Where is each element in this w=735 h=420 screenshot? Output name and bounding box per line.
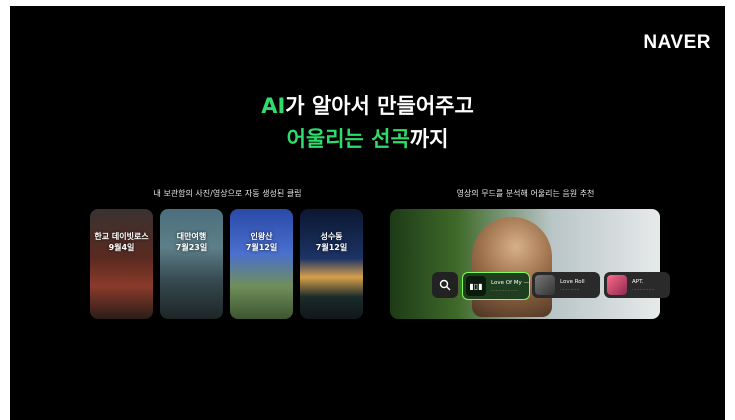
headline-line-2: 어울리는 선곡까지: [10, 123, 725, 153]
clip-title: 한교 데이빗로스: [94, 232, 149, 241]
song-info: Love Roll …… ……: [560, 278, 585, 293]
headline-line2-text: 까지: [409, 127, 449, 151]
song-item[interactable]: APT. ……………: [604, 272, 670, 298]
album-art: [607, 275, 627, 295]
search-icon[interactable]: [432, 272, 458, 298]
song-info: Love Of My — ………………: [491, 279, 529, 294]
music-recommendation-bar: ▮▯▮ Love Of My — ……………… Love Roll …… …… …: [432, 271, 680, 300]
song-info: APT. ……………: [632, 278, 655, 293]
clip-date: 7월23일: [175, 243, 208, 252]
music-caption: 영상의 무드를 분석해 어울리는 음원 추천: [456, 189, 595, 198]
cat-photo: [472, 217, 552, 317]
song-artist: …… ……: [560, 286, 580, 292]
clips-caption: 내 보관함의 사진/영상으로 자동 생성된 클립: [153, 189, 302, 198]
clip-date: 7월12일: [315, 243, 348, 252]
clip-card[interactable]: 성수동 7월12일: [300, 209, 363, 319]
featured-video-image: [390, 209, 660, 319]
magnifier-glyph: [439, 279, 451, 291]
clip-card[interactable]: 대만여행 7월23일: [160, 209, 223, 319]
clip-date: 7월12일: [245, 243, 278, 252]
song-title: APT.: [632, 278, 644, 285]
clip-card-label: 인왕산 7월12일: [230, 231, 293, 253]
album-art: [535, 275, 555, 295]
song-item[interactable]: Love Roll …… ……: [532, 272, 600, 298]
clip-card-label: 성수동 7월12일: [300, 231, 363, 253]
presentation-slide: NAVER AI가 알아서 만들어주고 어울리는 선곡까지 내 보관함의 사진/…: [10, 6, 725, 420]
clip-title: 대만여행: [176, 232, 207, 241]
headline-accent-selection: 어울리는 선곡: [286, 127, 410, 151]
song-title: Love Of My —: [491, 279, 529, 286]
clip-date: 9월4일: [108, 243, 135, 252]
song-artist: ……………: [632, 286, 655, 292]
clip-card[interactable]: 인왕산 7월12일: [230, 209, 293, 319]
waveform-icon: ▮▯▮: [466, 276, 486, 296]
clip-card-label: 한교 데이빗로스 9월4일: [90, 231, 153, 253]
headline-accent-ai: AI: [261, 94, 286, 118]
song-title: Love Roll: [560, 278, 585, 285]
song-artist: ………………: [491, 287, 518, 293]
clip-card-label: 대만여행 7월23일: [160, 231, 223, 253]
headline-line-1: AI가 알아서 만들어주고: [10, 90, 725, 120]
clip-title: 성수동: [320, 232, 343, 241]
clip-cards: 한교 데이빗로스 9월4일 대만여행 7월23일 인왕산 7월12일 성수동 7…: [90, 209, 365, 319]
clip-title: 인왕산: [250, 232, 273, 241]
song-item-selected[interactable]: ▮▯▮ Love Of My — ………………: [462, 272, 530, 300]
clip-card[interactable]: 한교 데이빗로스 9월4일: [90, 209, 153, 319]
headline-line1-text: 가 알아서 만들어주고: [285, 94, 474, 118]
naver-logo: NAVER: [643, 32, 711, 53]
